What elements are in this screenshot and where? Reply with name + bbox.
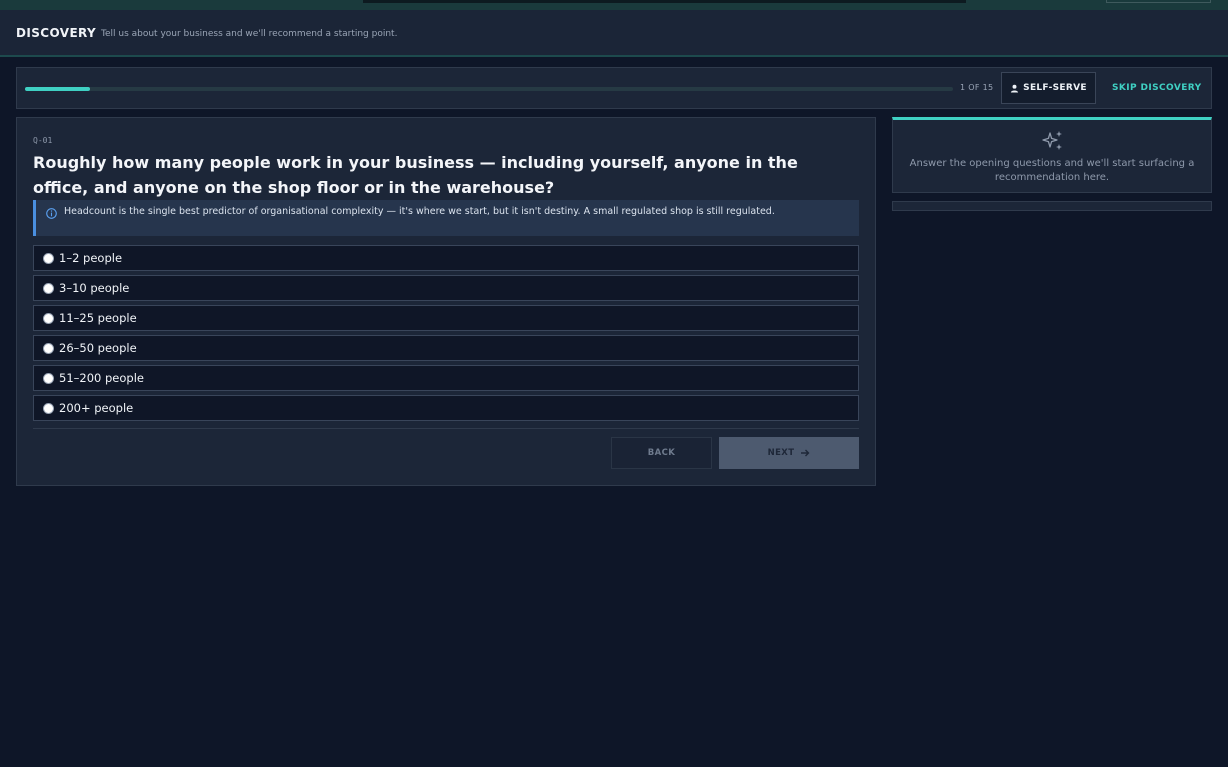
recommendation-panel: Answer the opening questions and we'll s… (892, 117, 1212, 193)
option-label: 51–200 people (59, 371, 144, 385)
top-strip-bar (363, 0, 966, 3)
hint-text: Headcount is the single best predictor o… (64, 206, 775, 217)
radio-icon[interactable] (43, 342, 54, 354)
progress-fill (25, 87, 90, 91)
radio-icon[interactable] (43, 252, 54, 264)
hint-box: Headcount is the single best predictor o… (33, 200, 859, 236)
radio-icon[interactable] (43, 372, 54, 384)
back-button[interactable]: BACK (611, 437, 712, 469)
back-label: BACK (647, 448, 676, 458)
radio-icon[interactable] (43, 312, 54, 324)
option-26-50[interactable]: 26–50 people (33, 335, 859, 361)
question-card: Q-01 Roughly how many people work in you… (16, 117, 876, 486)
question-text: Roughly how many people work in your bus… (33, 153, 798, 197)
page-title: DISCOVERY (16, 26, 97, 40)
next-label: NEXT (767, 448, 795, 458)
step-counter: 1 OF 15 (960, 83, 994, 92)
progress-track (25, 87, 953, 91)
option-label: 200+ people (59, 401, 134, 415)
option-label: 3–10 people (59, 281, 130, 295)
info-icon (46, 208, 57, 219)
page-subtitle: Tell us about your business and we'll re… (101, 29, 398, 39)
option-51-200[interactable]: 51–200 people (33, 365, 859, 391)
options-list: 1–2 people 3–10 people 11–25 people 26–5… (33, 245, 859, 425)
option-11-25[interactable]: 11–25 people (33, 305, 859, 331)
next-button[interactable]: NEXT (719, 437, 859, 469)
self-serve-button[interactable]: SELF-SERVE (1001, 72, 1096, 104)
self-serve-label: SELF-SERVE (1023, 83, 1087, 93)
recommendation-placeholder: Answer the opening questions and we'll s… (909, 158, 1195, 183)
page-header: DISCOVERY Tell us about your business an… (0, 10, 1228, 57)
top-strip-button[interactable] (1106, 0, 1211, 3)
question-id: Q-01 (33, 136, 53, 145)
sparkle-icon (1042, 131, 1062, 150)
radio-icon[interactable] (43, 282, 54, 294)
progress-panel: 1 OF 15 SELF-SERVE SKIP DISCOVERY (16, 67, 1212, 109)
recommendation-strip (892, 201, 1212, 211)
option-200-plus[interactable]: 200+ people (33, 395, 859, 421)
skip-discovery-link[interactable]: SKIP DISCOVERY (1112, 83, 1202, 93)
option-3-10[interactable]: 3–10 people (33, 275, 859, 301)
person-icon (1011, 84, 1019, 93)
radio-icon[interactable] (43, 402, 54, 414)
top-strip (0, 0, 1228, 10)
option-label: 11–25 people (59, 311, 137, 325)
divider (33, 428, 859, 429)
option-label: 1–2 people (59, 251, 123, 265)
option-label: 26–50 people (59, 341, 137, 355)
arrow-right-icon (801, 449, 810, 457)
option-1-2[interactable]: 1–2 people (33, 245, 859, 271)
